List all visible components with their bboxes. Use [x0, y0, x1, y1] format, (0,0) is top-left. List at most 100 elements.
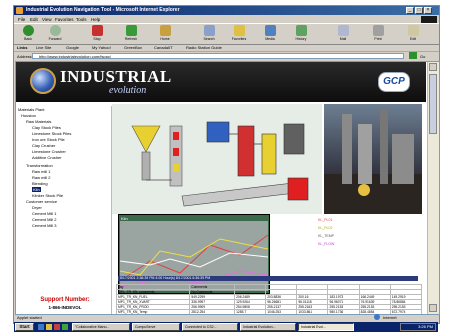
menu-help[interactable]: Help [91, 17, 100, 22]
forward-button[interactable]: Forward [44, 25, 66, 41]
minimize-button[interactable]: _ [406, 7, 414, 14]
tree-node[interactable]: Cement Mill 2 [32, 217, 56, 222]
menu-edit[interactable]: Edit [30, 17, 38, 22]
task-button[interactable]: "Collaborative Manu... [72, 323, 130, 331]
close-button[interactable]: × [424, 7, 432, 14]
quicklaunch-ie-icon[interactable] [38, 324, 44, 330]
scroll-thumb[interactable] [429, 74, 437, 134]
tree-node[interactable]: Limestone Crusher [32, 149, 66, 154]
history-icon [295, 25, 307, 36]
home-button[interactable]: Home [154, 25, 176, 41]
tree-node[interactable]: Transformation [26, 163, 53, 168]
silo-1 [342, 114, 352, 184]
tree-node[interactable]: Additive Crusher [32, 155, 62, 160]
tree-node[interactable]: Blending [32, 181, 48, 186]
internet-zone-icon [374, 314, 380, 320]
clinker-cooler [287, 177, 309, 201]
kiln-process-diagram [112, 104, 322, 214]
process-diagram-svg [112, 104, 322, 214]
menu-view[interactable]: View [42, 17, 52, 22]
stop-button[interactable]: Stop [86, 25, 108, 41]
quicklaunch-app-icon[interactable] [62, 324, 68, 330]
menu-tools[interactable]: Tools [76, 17, 87, 22]
scroll-down-icon[interactable] [429, 304, 437, 312]
silo-2 [358, 124, 372, 184]
back-button[interactable]: Back [17, 25, 39, 41]
tree-node[interactable]: Raw mill 2 [32, 175, 50, 180]
maximize-button[interactable]: □ [415, 7, 423, 14]
link-canadaiit[interactable]: CanadaIIT [154, 45, 173, 50]
edit-icon [407, 25, 419, 36]
preheater-stage-2 [173, 148, 179, 156]
search-button[interactable]: Search [198, 25, 220, 41]
mail-icon [337, 25, 349, 36]
media-icon [264, 25, 276, 36]
printer-icon [372, 25, 384, 36]
back-arrow-icon [22, 25, 34, 36]
edit-button[interactable]: Edit [402, 25, 424, 41]
tree-node[interactable]: Clay Stock Piles [32, 125, 61, 130]
tree-node[interactable]: Cement Mill 3 [32, 223, 56, 228]
cyclone-tower [237, 125, 255, 177]
kiln-trend-chart: Kiln [118, 214, 270, 294]
refresh-button[interactable]: Refresh [120, 25, 142, 41]
tree-node[interactable]: Dryer [32, 205, 42, 210]
tree-node[interactable]: Materials Plant [18, 107, 44, 112]
link-live-site[interactable]: Live Site [36, 45, 51, 50]
task-button[interactable]: CompuServe [132, 323, 180, 331]
mail-button[interactable]: Mail [332, 25, 354, 41]
favorites-button[interactable]: Favorites [228, 25, 250, 41]
site-banner: INDUSTRIAL evolution GCP [16, 62, 426, 102]
links-label: Links [17, 44, 28, 50]
media-button[interactable]: Media [259, 25, 281, 41]
quicklaunch-app-icon[interactable] [54, 324, 60, 330]
legend-item: KL_PL01 [318, 218, 333, 222]
task-button-active[interactable]: Industrial Evol... [298, 323, 354, 331]
start-button[interactable]: Start [15, 323, 34, 331]
tree-node-selected[interactable]: Kiln [32, 187, 41, 192]
tree-node[interactable]: Raw mill 1 [32, 169, 50, 174]
tree-node[interactable]: Raw Materials [26, 119, 51, 124]
tree-node[interactable]: Houston [21, 113, 36, 118]
tag-table: Tag Comments MP1_TR_KN_comments No Comme… [115, 284, 423, 314]
partner-logo: GCP [378, 72, 410, 92]
page-content: INDUSTRIAL evolution GCP Materials Plant… [15, 61, 440, 315]
tree-node[interactable]: Limestone Stock Piles [32, 131, 71, 136]
link-my-yahoo[interactable]: My Yahoo! [92, 45, 111, 50]
task-button[interactable]: Industrial Evolution... [240, 323, 296, 331]
link-greenbox[interactable]: GreenBox [124, 45, 142, 50]
tree-node[interactable]: Klinker Stock Pile [32, 193, 63, 198]
link-radio-station-guide[interactable]: Radio Station Guide [186, 45, 222, 50]
link-google[interactable]: Google [66, 45, 79, 50]
history-button[interactable]: History [290, 25, 312, 41]
tree-node[interactable]: Customer service [26, 199, 57, 204]
go-button[interactable]: Go [420, 54, 425, 59]
support-title: Support Number: [40, 297, 90, 303]
go-arrow-icon[interactable] [409, 52, 417, 59]
task-button[interactable]: Connected to CS2... [182, 323, 238, 331]
tree-node[interactable]: Clay Crusher [32, 143, 55, 148]
address-bar: Address http://www.industrialevolution.c… [14, 52, 439, 60]
chimney [380, 109, 388, 184]
trend-legend: KL_PL01 KL_PL02 KL_TEMP KL_FLOW [318, 216, 414, 274]
home-icon [159, 25, 171, 36]
scroll-up-icon[interactable] [429, 63, 437, 71]
menu-file[interactable]: File [18, 17, 25, 22]
vertical-scrollbar[interactable] [427, 62, 439, 314]
status-text: Applet started [17, 315, 42, 320]
search-icon [203, 25, 215, 36]
favorites-star-icon [233, 25, 245, 36]
ie-logo-icon [16, 7, 23, 14]
main-panel: Kiln KL_PL01 KL_PL02 KL_TEMP KL_FLOW 8/1… [112, 104, 423, 314]
tree-node[interactable]: Cement Mill 1 [32, 211, 56, 216]
quicklaunch-desktop-icon[interactable] [46, 324, 52, 330]
plant-building [392, 134, 414, 184]
address-input[interactable]: http://www.industrialevolution.com/fsppc… [32, 53, 404, 59]
brand-subtitle: evolution [109, 85, 147, 96]
print-button[interactable]: Print [367, 25, 389, 41]
support-phone: 1-866-INDEVOL [48, 305, 82, 310]
tree-node[interactable]: Iron ore Stock Pile [32, 137, 65, 142]
brand-name: INDUSTRIAL [60, 67, 172, 86]
menu-favorites[interactable]: Favorites [55, 17, 74, 22]
hopper-column [141, 151, 151, 181]
